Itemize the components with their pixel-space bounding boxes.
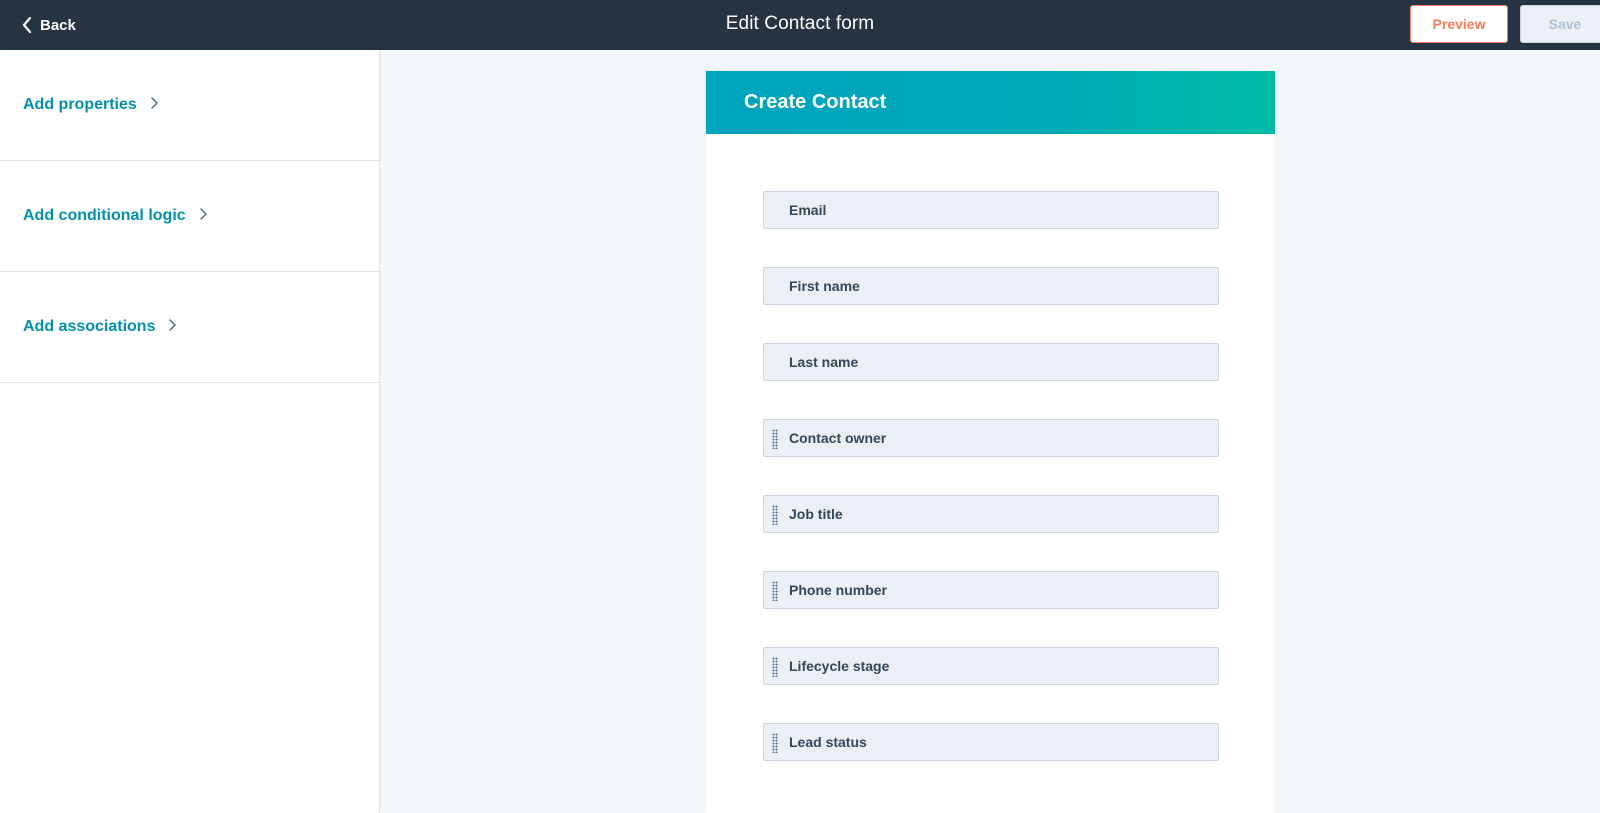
form-field-phone-number[interactable]: Phone number: [763, 571, 1219, 609]
drag-handle-icon[interactable]: [772, 429, 778, 449]
add-associations-link[interactable]: Add associations: [23, 318, 177, 336]
sidebar: Add properties Add conditional logic Add…: [0, 50, 380, 813]
chevron-right-icon: [199, 207, 207, 225]
sidebar-item-label: Add conditional logic: [23, 207, 186, 224]
form-field-lead-status[interactable]: Lead status: [763, 723, 1219, 761]
chevron-right-icon: [151, 96, 158, 114]
add-conditional-logic-link[interactable]: Add conditional logic: [23, 207, 207, 225]
form-field-email[interactable]: Email: [763, 191, 1219, 229]
field-label: Lead status: [789, 734, 867, 750]
form-canvas: Create Contact Email First name Last nam…: [381, 50, 1600, 813]
sidebar-item-label: Add associations: [23, 318, 156, 335]
form-card: Create Contact Email First name Last nam…: [706, 71, 1275, 813]
field-label: Contact owner: [789, 430, 887, 446]
form-field-lifecycle-stage[interactable]: Lifecycle stage: [763, 647, 1219, 685]
sidebar-section-properties: Add properties: [0, 50, 379, 161]
drag-handle-icon[interactable]: [772, 733, 778, 753]
sidebar-section-associations: Add associations: [0, 272, 379, 383]
top-bar: Back Edit Contact form Preview Save: [0, 0, 1600, 50]
form-field-first-name[interactable]: First name: [763, 267, 1219, 305]
preview-button[interactable]: Preview: [1410, 5, 1508, 43]
form-field-contact-owner[interactable]: Contact owner: [763, 419, 1219, 457]
save-button[interactable]: Save: [1520, 5, 1600, 43]
field-label: First name: [789, 278, 860, 294]
form-title: Create Contact: [744, 91, 887, 113]
form-field-last-name[interactable]: Last name: [763, 343, 1219, 381]
form-field-job-title[interactable]: Job title: [763, 495, 1219, 533]
sidebar-item-label: Add properties: [23, 96, 137, 113]
drag-handle-icon[interactable]: [772, 505, 778, 525]
field-label: Email: [789, 202, 827, 218]
field-label: Lifecycle stage: [789, 658, 890, 674]
field-label: Phone number: [789, 582, 888, 598]
sidebar-section-conditional-logic: Add conditional logic: [0, 161, 379, 272]
chevron-right-icon: [169, 318, 177, 336]
field-label: Last name: [789, 354, 859, 370]
add-properties-link[interactable]: Add properties: [23, 96, 158, 114]
drag-handle-icon[interactable]: [772, 657, 778, 677]
page-title: Edit Contact form: [725, 13, 875, 34]
form-header: Create Contact: [706, 71, 1275, 134]
field-label: Job title: [789, 506, 843, 522]
drag-handle-icon[interactable]: [772, 581, 778, 601]
